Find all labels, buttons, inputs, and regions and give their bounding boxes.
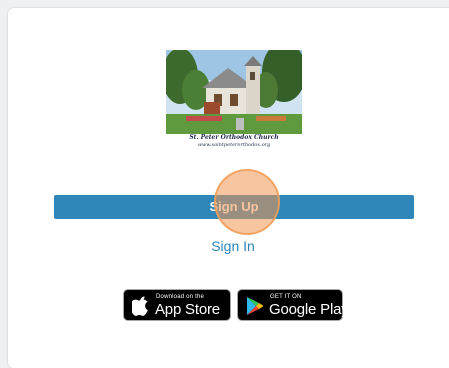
logo-caption-url: www.saintpeterorthodox.org bbox=[197, 142, 271, 148]
google-play-badge[interactable]: GET IT ON Google Play bbox=[237, 289, 349, 321]
sign-up-label: Sign Up bbox=[209, 199, 259, 214]
app-store-big-text: App Store bbox=[155, 301, 220, 318]
google-play-small-text: GET IT ON bbox=[270, 294, 302, 300]
app-store-badge[interactable]: Download on the App Store bbox=[123, 289, 231, 321]
church-logo-image: St. Peter Orthodox Church www.saintpeter… bbox=[166, 50, 302, 152]
app-store-small-text: Download on the bbox=[156, 294, 205, 300]
logo-caption-title: St. Peter Orthodox Church bbox=[189, 134, 279, 141]
google-play-big-text: Google Play bbox=[269, 301, 349, 318]
google-play-icon bbox=[247, 297, 263, 315]
sign-up-button[interactable]: Sign Up bbox=[54, 195, 414, 219]
login-card: St. Peter Orthodox Church www.saintpeter… bbox=[8, 8, 449, 368]
sign-in-link[interactable]: Sign In bbox=[198, 238, 268, 254]
apple-icon bbox=[132, 296, 148, 316]
